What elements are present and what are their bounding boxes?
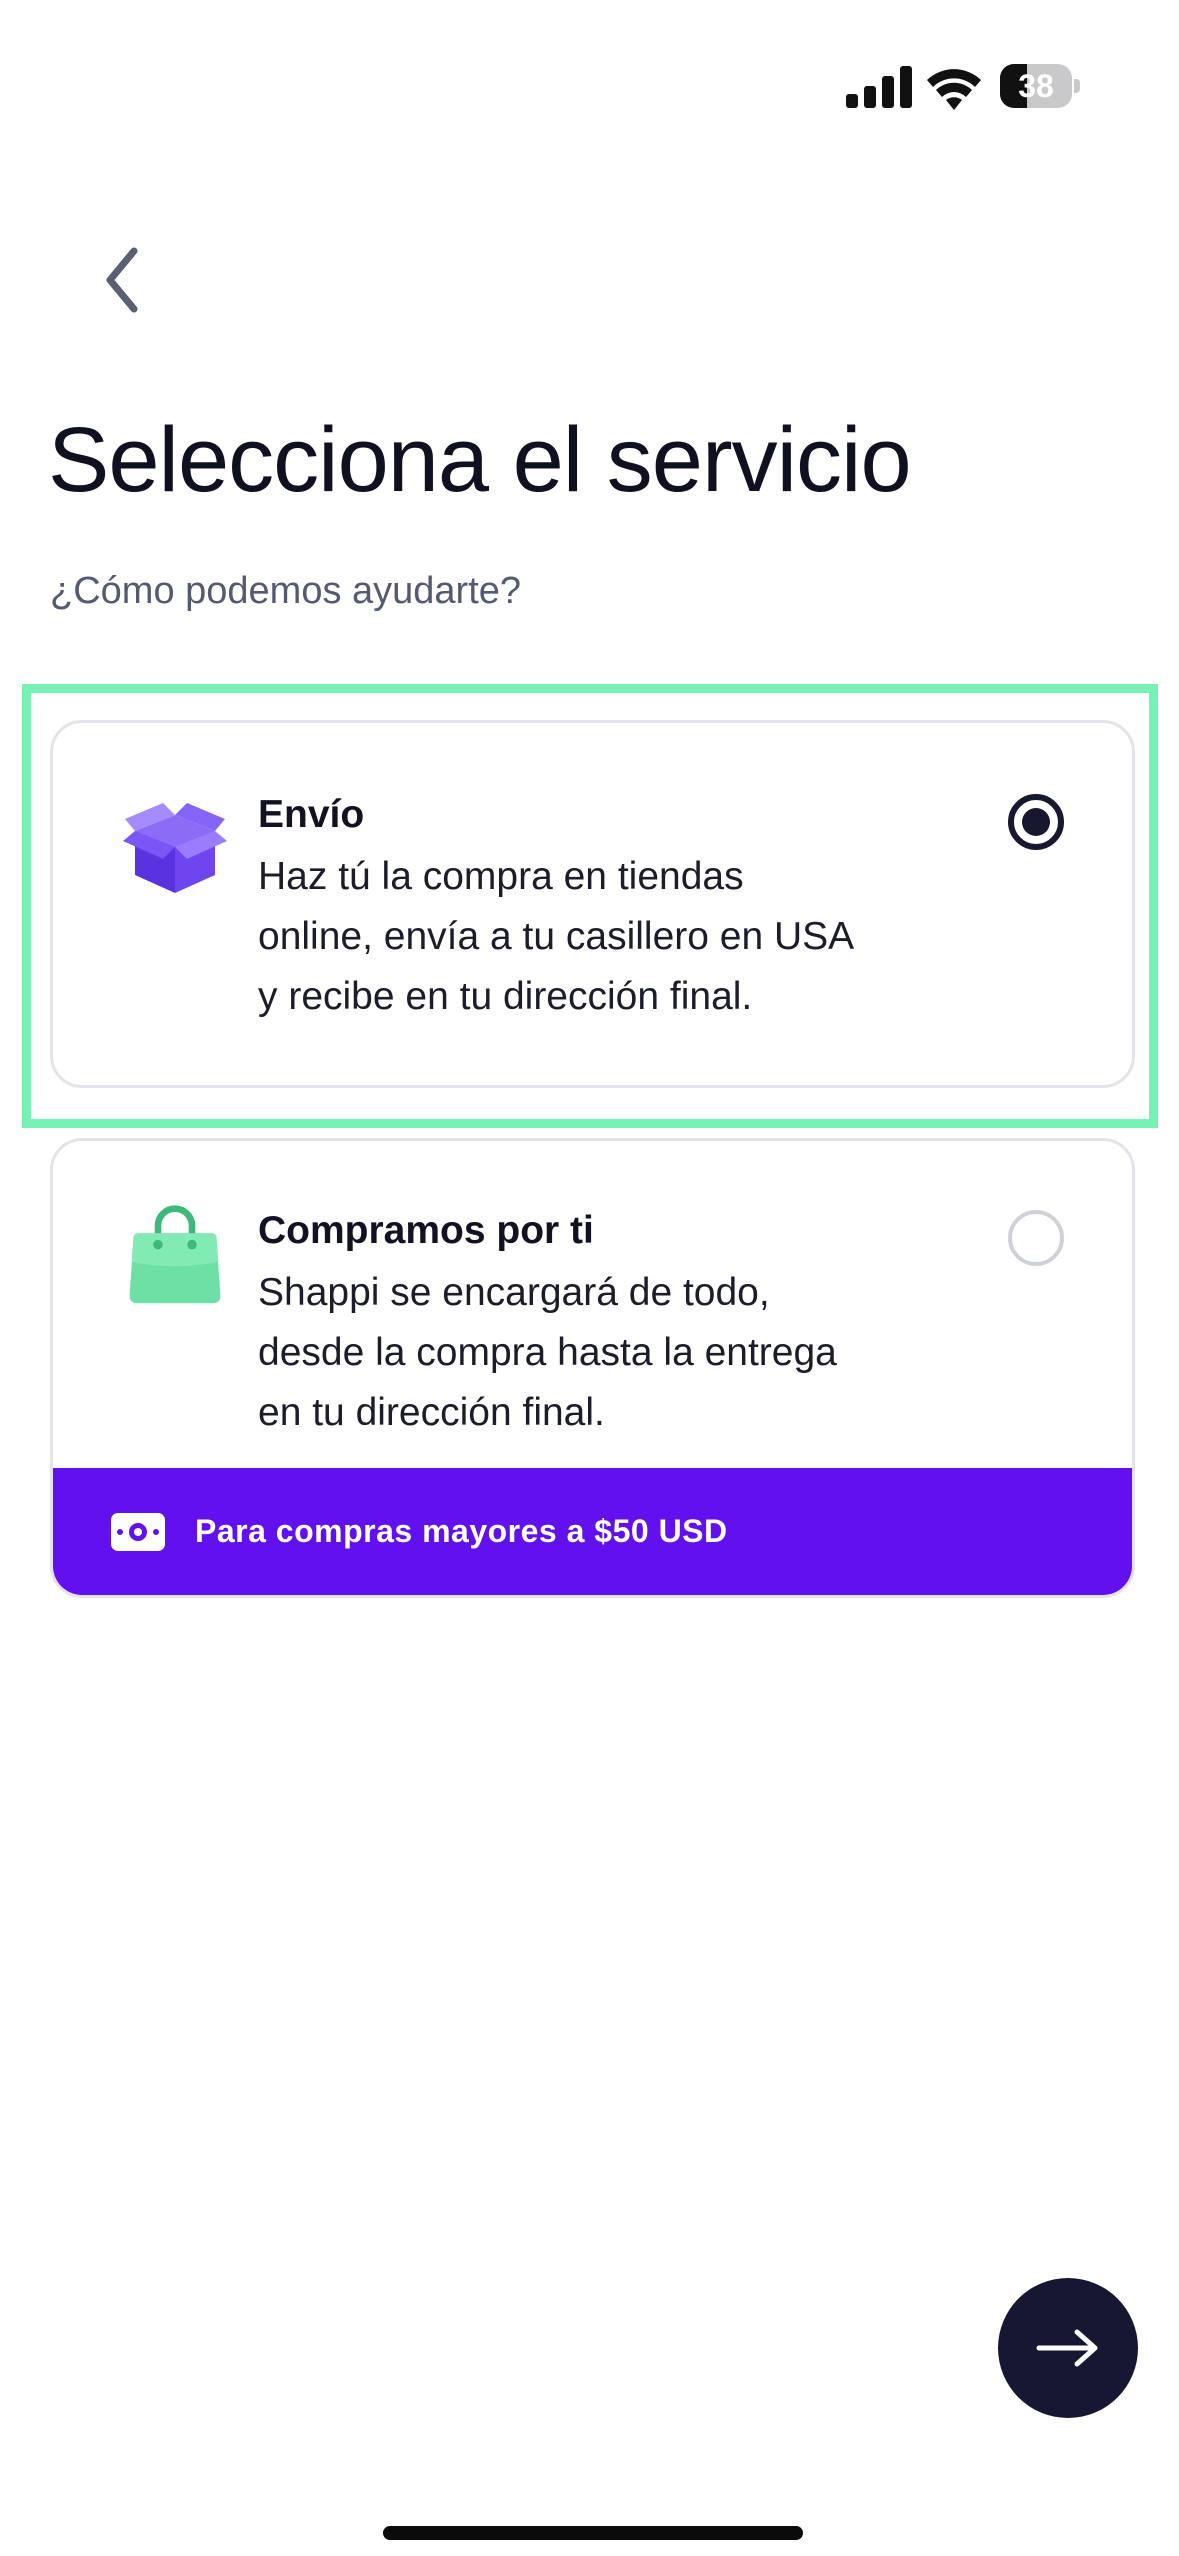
- service-card-envio[interactable]: Envío Haz tú la compra en tiendas online…: [50, 720, 1135, 1088]
- status-bar: 38: [0, 0, 1179, 160]
- chevron-left-icon: [106, 247, 138, 313]
- cash-icon: [111, 1512, 165, 1551]
- radio-envio[interactable]: [1008, 794, 1064, 850]
- promo-banner: Para compras mayores a $50 USD: [53, 1468, 1132, 1595]
- page-subtitle: ¿Cómo podemos ayudarte?: [50, 570, 522, 612]
- radio-compramos[interactable]: [1008, 1210, 1064, 1266]
- next-button[interactable]: [998, 2278, 1138, 2418]
- service-title-compramos: Compramos por ti: [258, 1209, 594, 1252]
- wifi-icon: [927, 69, 981, 110]
- back-button[interactable]: [84, 232, 160, 328]
- home-indicator: [383, 2526, 803, 2540]
- service-description-compramos: Shappi se encargará de todo, desde la co…: [258, 1271, 837, 1434]
- service-card-compramos[interactable]: Compramos por ti Shappi se encargará de …: [50, 1138, 1135, 1598]
- arrow-right-icon: [1036, 2329, 1098, 2367]
- shopping-bag-icon: [129, 1205, 221, 1304]
- promo-text: Para compras mayores a $50 USD: [195, 1513, 728, 1549]
- service-title-envio: Envío: [258, 793, 365, 836]
- battery-level: 38: [1018, 68, 1054, 104]
- battery-icon: 38: [1000, 64, 1080, 108]
- page-title: Selecciona el servicio: [48, 409, 912, 511]
- box-icon: [123, 803, 227, 893]
- signal-icon: [846, 66, 912, 108]
- service-description-envio: Haz tú la compra en tiendas online, enví…: [258, 855, 855, 1018]
